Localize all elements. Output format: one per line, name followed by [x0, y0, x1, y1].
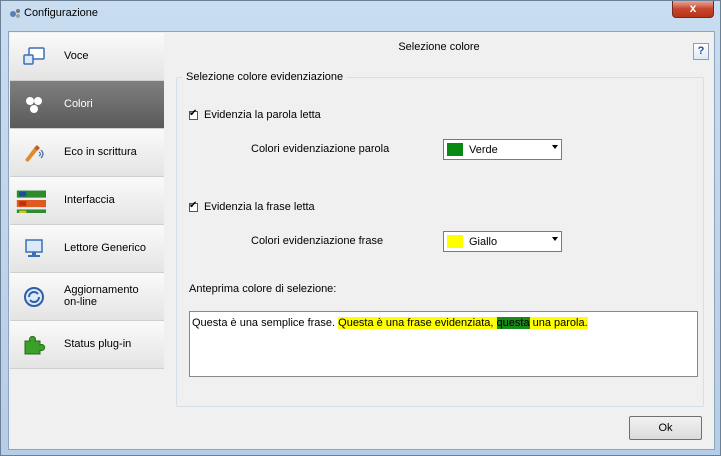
- sentence-highlight-label[interactable]: Evidenzia la frase letta: [204, 201, 315, 213]
- config-window: Configurazione x Voce Colori Eco in scri…: [0, 0, 721, 456]
- group-title: Selezione colore evidenziazione: [182, 71, 348, 83]
- sidebar-item-voce[interactable]: Voce: [10, 33, 164, 81]
- voice-monitor-icon: [23, 47, 45, 65]
- help-icon: ?: [697, 45, 705, 57]
- puzzle-icon: [24, 335, 46, 355]
- sidebar-item-interfaccia[interactable]: Interfaccia: [10, 177, 164, 225]
- sentence-color-swatch: [447, 235, 463, 248]
- preview-highlighted-sentence-end: una parola.: [529, 317, 588, 329]
- sidebar-item-lettore-generico[interactable]: Lettore Generico: [10, 225, 164, 273]
- window-title: Configurazione: [24, 7, 98, 19]
- sidebar-item-label: Lettore Generico: [64, 242, 146, 254]
- preview-label: Anteprima colore di selezione:: [189, 283, 337, 295]
- sidebar-item-label: Status plug-in: [64, 338, 132, 350]
- close-button[interactable]: x: [672, 1, 714, 18]
- word-color-select[interactable]: Verde: [443, 139, 562, 160]
- sidebar-item-label: Colori: [64, 98, 93, 110]
- sidebar-empty-area: [10, 369, 164, 448]
- sidebar-item-status-plugin[interactable]: Status plug-in: [10, 321, 164, 369]
- sidebar-item-eco-scrittura[interactable]: Eco in scrittura: [10, 129, 164, 177]
- preview-highlighted-sentence: Questa è una frase evidenziata,: [338, 317, 497, 329]
- sidebar-item-label: Voce: [64, 50, 89, 62]
- typing-echo-icon: [25, 145, 44, 162]
- chevron-down-icon: [552, 237, 558, 241]
- help-button[interactable]: ?: [693, 43, 709, 60]
- word-highlight-label[interactable]: Evidenzia la parola letta: [204, 109, 321, 121]
- sentence-highlight-checkbox[interactable]: ✔: [189, 200, 198, 212]
- checkmark-icon: ✔: [189, 200, 198, 211]
- sidebar-item-colori[interactable]: Colori: [10, 81, 164, 129]
- interface-icon: [16, 190, 46, 213]
- word-highlight-checkbox[interactable]: ✔: [189, 108, 198, 120]
- word-color-value: Verde: [469, 144, 498, 156]
- generic-reader-icon: [25, 239, 43, 257]
- sentence-color-select[interactable]: Giallo: [443, 231, 562, 252]
- preview-plain-text: Questa è una semplice frase.: [192, 317, 339, 329]
- preview-text: Questa è una semplice frase. Questa è un…: [192, 317, 588, 329]
- sentence-color-value: Giallo: [469, 236, 498, 248]
- title-bar[interactable]: Configurazione x: [1, 1, 720, 25]
- sentence-color-label: Colori evidenziazione frase: [251, 235, 384, 247]
- preview-box: Questa è una semplice frase. Questa è un…: [189, 311, 698, 377]
- checkmark-icon: ✔: [189, 108, 198, 119]
- page-title: Selezione colore: [398, 41, 480, 53]
- online-update-icon: [24, 287, 44, 307]
- sidebar-item-label: Eco in scrittura: [64, 146, 137, 158]
- word-color-label: Colori evidenziazione parola: [251, 143, 390, 155]
- ok-button[interactable]: Ok: [629, 416, 702, 440]
- sidebar: Voce Colori Eco in scrittura Interfaccia…: [10, 33, 164, 448]
- sidebar-item-aggiornamento[interactable]: Aggiornamento on-line: [10, 273, 164, 321]
- close-icon: x: [689, 1, 697, 15]
- chevron-down-icon: [552, 145, 558, 149]
- main-panel: Selezione colore ? Selezione colore evid…: [165, 33, 713, 448]
- app-icon: [10, 9, 20, 18]
- sidebar-item-label: Interfaccia: [64, 194, 115, 206]
- sidebar-item-label: Aggiornamento on-line: [64, 284, 139, 308]
- colors-icon: [26, 97, 42, 113]
- preview-highlighted-word: questa: [496, 317, 530, 329]
- dialog-client: Voce Colori Eco in scrittura Interfaccia…: [8, 31, 715, 450]
- word-color-swatch: [447, 143, 463, 156]
